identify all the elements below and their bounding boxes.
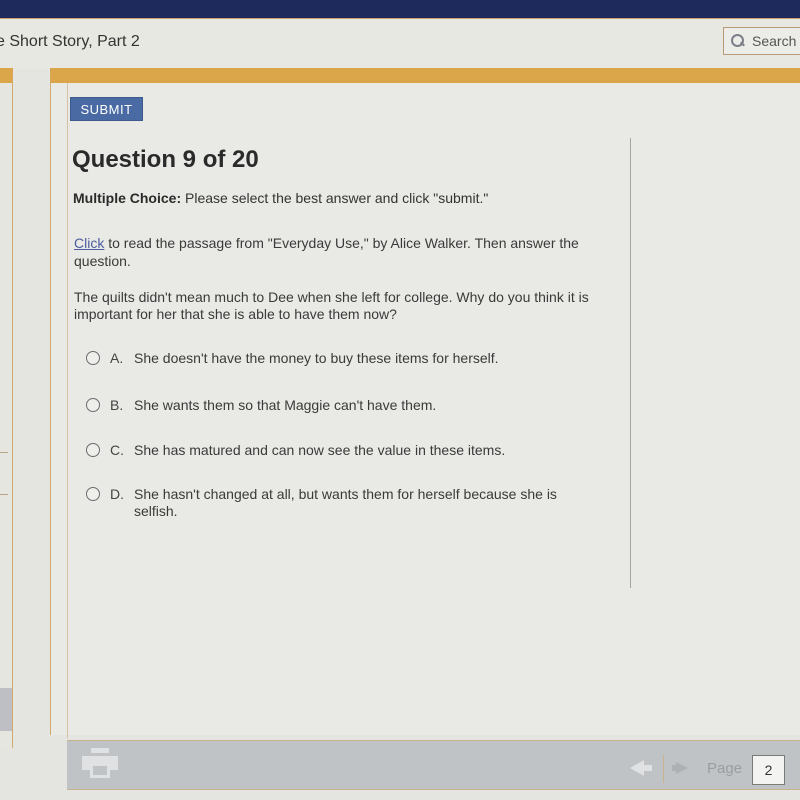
sidebar-divider bbox=[0, 494, 8, 495]
option-text: She hasn't changed at all, but wants the… bbox=[134, 486, 557, 519]
passage-instruction: Click to read the passage from "Everyday… bbox=[74, 234, 614, 270]
question-prompt: The quilts didn't mean much to Dee when … bbox=[74, 289, 589, 322]
search-button[interactable]: Search bbox=[723, 27, 800, 55]
option-letter: C. bbox=[110, 442, 124, 458]
course-title: e Short Story, Part 2 bbox=[0, 33, 140, 50]
answer-option-b[interactable]: B. She wants them so that Maggie can't h… bbox=[86, 397, 604, 414]
option-letter: D. bbox=[110, 486, 124, 502]
answer-option-c[interactable]: C. She has matured and can now see the v… bbox=[86, 442, 604, 459]
page-number-input[interactable]: 2 bbox=[752, 755, 785, 785]
option-text: She has matured and can now see the valu… bbox=[134, 442, 506, 458]
passage-link[interactable]: Click bbox=[74, 235, 104, 251]
radio-button[interactable] bbox=[86, 351, 100, 365]
nav-separator bbox=[663, 755, 664, 783]
submit-button[interactable]: SUBMIT bbox=[70, 97, 143, 121]
passage-instruction-text: to read the passage from "Everyday Use,"… bbox=[74, 235, 579, 269]
sidebar-tab[interactable] bbox=[0, 688, 12, 731]
sidebar-divider bbox=[0, 452, 8, 453]
radio-button[interactable] bbox=[86, 487, 100, 501]
content-divider bbox=[630, 138, 631, 588]
search-icon bbox=[730, 33, 746, 49]
printer-icon[interactable] bbox=[82, 748, 118, 780]
radio-button[interactable] bbox=[86, 443, 100, 457]
page-label: Page bbox=[707, 760, 743, 777]
instruction-text: Please select the best answer and click … bbox=[181, 190, 489, 206]
option-letter: B. bbox=[110, 397, 124, 413]
answer-option-d[interactable]: D. She hasn't changed at all, but wants … bbox=[86, 486, 604, 520]
arrow-right-icon[interactable] bbox=[676, 762, 688, 774]
question-title: Question 9 of 20 bbox=[72, 146, 259, 173]
option-letter: A. bbox=[110, 350, 124, 366]
prev-page-button[interactable] bbox=[642, 765, 652, 771]
footer-toolbar bbox=[67, 740, 800, 790]
search-label: Search bbox=[752, 33, 797, 49]
browser-top-bar bbox=[0, 0, 800, 18]
instructions: Multiple Choice: Please select the best … bbox=[73, 190, 488, 206]
question-type-label: Multiple Choice: bbox=[73, 190, 182, 206]
option-text: She wants them so that Maggie can't have… bbox=[134, 397, 437, 413]
left-sidebar-panel bbox=[0, 68, 13, 748]
option-text: She doesn't have the money to buy these … bbox=[134, 350, 499, 366]
answer-option-a[interactable]: A. She doesn't have the money to buy the… bbox=[86, 350, 604, 367]
radio-button[interactable] bbox=[86, 398, 100, 412]
